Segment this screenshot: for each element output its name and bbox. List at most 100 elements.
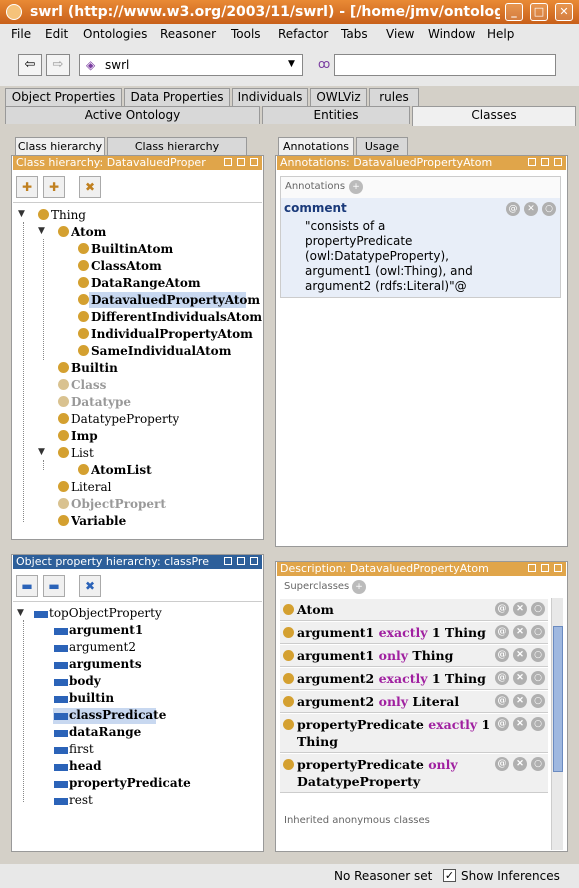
panel-restore-icon[interactable] bbox=[224, 557, 232, 565]
panel-maximize-icon[interactable] bbox=[237, 158, 245, 166]
tab-classes[interactable]: Classes bbox=[412, 106, 576, 126]
tab-individuals[interactable]: Individuals bbox=[232, 88, 308, 106]
menu-window[interactable]: Window bbox=[428, 27, 475, 41]
property-node[interactable]: argument1 bbox=[69, 623, 143, 637]
maximize-button[interactable]: □ bbox=[530, 3, 548, 21]
class-node[interactable]: Thing bbox=[51, 208, 86, 222]
class-node[interactable]: Variable bbox=[71, 514, 126, 528]
menu-tools[interactable]: Tools bbox=[231, 27, 261, 41]
superclass-info-icon[interactable]: ○ bbox=[531, 694, 545, 708]
superclass-edit-icon[interactable]: @ bbox=[495, 648, 509, 662]
panel-close-icon[interactable] bbox=[554, 564, 562, 572]
superclass-edit-icon[interactable]: @ bbox=[495, 625, 509, 639]
class-node[interactable]: DatatypeProperty bbox=[71, 412, 179, 426]
add-sibling-class-icon[interactable]: ✚ bbox=[43, 176, 65, 198]
superclass-info-icon[interactable]: ○ bbox=[531, 602, 545, 616]
forward-button[interactable]: ⇨ bbox=[46, 54, 70, 76]
tab-usage[interactable]: Usage bbox=[356, 137, 408, 155]
panel-maximize-icon[interactable] bbox=[541, 158, 549, 166]
property-node[interactable]: propertyPredicate bbox=[69, 776, 191, 790]
superclass-info-icon[interactable]: ○ bbox=[531, 671, 545, 685]
menu-ontologies[interactable]: Ontologies bbox=[83, 27, 147, 41]
tab-class-hierarchy-inferred[interactable]: Class hierarchy (inferred) bbox=[107, 137, 247, 170]
class-node[interactable]: SameIndividualAtom bbox=[91, 344, 231, 358]
class-node[interactable]: Builtin bbox=[71, 361, 118, 375]
menu-reasoner[interactable]: Reasoner bbox=[160, 27, 216, 41]
menu-tabs[interactable]: Tabs bbox=[341, 27, 368, 41]
class-node[interactable]: Datatype bbox=[71, 395, 131, 409]
close-button[interactable]: ✕ bbox=[555, 3, 573, 21]
superclass-row[interactable]: argument1 exactly 1 Thing @ ✕ ○ bbox=[280, 622, 548, 644]
add-subclass-icon[interactable]: ✚ bbox=[16, 176, 38, 198]
add-annotation-icon[interactable]: + bbox=[349, 180, 363, 194]
minimize-button[interactable]: _ bbox=[505, 3, 523, 21]
search-input[interactable] bbox=[334, 54, 556, 76]
delete-class-icon[interactable]: ✖ bbox=[79, 176, 101, 198]
panel-restore-icon[interactable] bbox=[528, 158, 536, 166]
scrollbar-thumb[interactable] bbox=[553, 626, 563, 772]
show-inferences-checkbox[interactable]: ✓ bbox=[443, 869, 456, 882]
menu-view[interactable]: View bbox=[386, 27, 414, 41]
delete-property-icon[interactable]: ✖ bbox=[79, 575, 101, 597]
superclass-edit-icon[interactable]: @ bbox=[495, 671, 509, 685]
panel-restore-icon[interactable] bbox=[528, 564, 536, 572]
class-node[interactable]: ObjectPropert bbox=[71, 497, 166, 511]
property-node[interactable]: dataRange bbox=[69, 725, 141, 739]
panel-close-icon[interactable] bbox=[250, 158, 258, 166]
superclass-delete-icon[interactable]: ✕ bbox=[513, 648, 527, 662]
superclass-delete-icon[interactable]: ✕ bbox=[513, 602, 527, 616]
class-node[interactable]: DatavaluedPropertyAtom bbox=[91, 293, 260, 307]
add-sibling-property-icon[interactable]: ▬ bbox=[43, 575, 65, 597]
tab-class-hierarchy[interactable]: Class hierarchy bbox=[15, 137, 105, 155]
expand-toggle-icon[interactable]: ▼ bbox=[17, 608, 24, 618]
back-button[interactable]: ⇦ bbox=[18, 54, 42, 76]
superclass-delete-icon[interactable]: ✕ bbox=[513, 671, 527, 685]
property-node[interactable]: rest bbox=[69, 793, 93, 807]
tab-owlviz[interactable]: OWLViz bbox=[310, 88, 367, 106]
panel-restore-icon[interactable] bbox=[224, 158, 232, 166]
tab-object-properties[interactable]: Object Properties bbox=[5, 88, 122, 106]
panel-maximize-icon[interactable] bbox=[237, 557, 245, 565]
expand-toggle-icon[interactable]: ▼ bbox=[18, 209, 25, 219]
superclass-delete-icon[interactable]: ✕ bbox=[513, 625, 527, 639]
property-node[interactable]: body bbox=[69, 674, 101, 688]
menu-help[interactable]: Help bbox=[487, 27, 514, 41]
property-node[interactable]: argument2 bbox=[69, 640, 136, 654]
menu-edit[interactable]: Edit bbox=[45, 27, 68, 41]
tab-data-properties[interactable]: Data Properties bbox=[124, 88, 230, 106]
superclass-info-icon[interactable]: ○ bbox=[531, 625, 545, 639]
add-superclass-icon[interactable]: + bbox=[352, 580, 366, 594]
superclass-row[interactable]: propertyPredicate only DatatypeProperty @ ✕… bbox=[280, 754, 548, 793]
property-node[interactable]: topObjectProperty bbox=[49, 606, 162, 620]
superclass-edit-icon[interactable]: @ bbox=[495, 694, 509, 708]
tab-rules[interactable]: rules bbox=[369, 88, 419, 106]
superclass-info-icon[interactable]: ○ bbox=[531, 648, 545, 662]
class-node[interactable]: DataRangeAtom bbox=[91, 276, 201, 290]
expand-toggle-icon[interactable]: ▼ bbox=[38, 226, 45, 236]
property-node[interactable]: builtin bbox=[69, 691, 114, 705]
expand-toggle-icon[interactable]: ▼ bbox=[38, 447, 45, 457]
class-node[interactable]: AtomList bbox=[91, 463, 152, 477]
description-scrollbar[interactable] bbox=[551, 598, 563, 850]
class-node[interactable]: Atom bbox=[71, 225, 106, 239]
superclass-info-icon[interactable]: ○ bbox=[531, 717, 545, 731]
class-node[interactable]: IndividualPropertyAtom bbox=[91, 327, 253, 341]
class-node[interactable]: ClassAtom bbox=[91, 259, 162, 273]
panel-close-icon[interactable] bbox=[554, 158, 562, 166]
superclass-row[interactable]: argument1 only Thing @ ✕ ○ bbox=[280, 645, 548, 667]
tab-annotations[interactable]: Annotations bbox=[278, 137, 354, 155]
ontology-selector[interactable]: ◈ swrl ▼ bbox=[79, 54, 303, 76]
superclass-delete-icon[interactable]: ✕ bbox=[513, 694, 527, 708]
superclass-row[interactable]: Atom @ ✕ ○ bbox=[280, 599, 548, 621]
menu-file[interactable]: File bbox=[11, 27, 31, 41]
annotation-edit-icon[interactable]: @ bbox=[506, 202, 520, 216]
superclass-row[interactable]: argument2 exactly 1 Thing @ ✕ ○ bbox=[280, 668, 548, 690]
menu-refactor[interactable]: Refactor bbox=[278, 27, 328, 41]
class-node[interactable]: DifferentIndividualsAtom bbox=[91, 310, 262, 324]
panel-close-icon[interactable] bbox=[250, 557, 258, 565]
property-node[interactable]: arguments bbox=[69, 657, 142, 671]
class-node[interactable]: List bbox=[71, 446, 94, 460]
superclass-delete-icon[interactable]: ✕ bbox=[513, 757, 527, 771]
superclass-row[interactable]: propertyPredicate exactly 1 Thing @ ✕ ○ bbox=[280, 714, 548, 753]
superclass-row[interactable]: argument2 only Literal @ ✕ ○ bbox=[280, 691, 548, 713]
